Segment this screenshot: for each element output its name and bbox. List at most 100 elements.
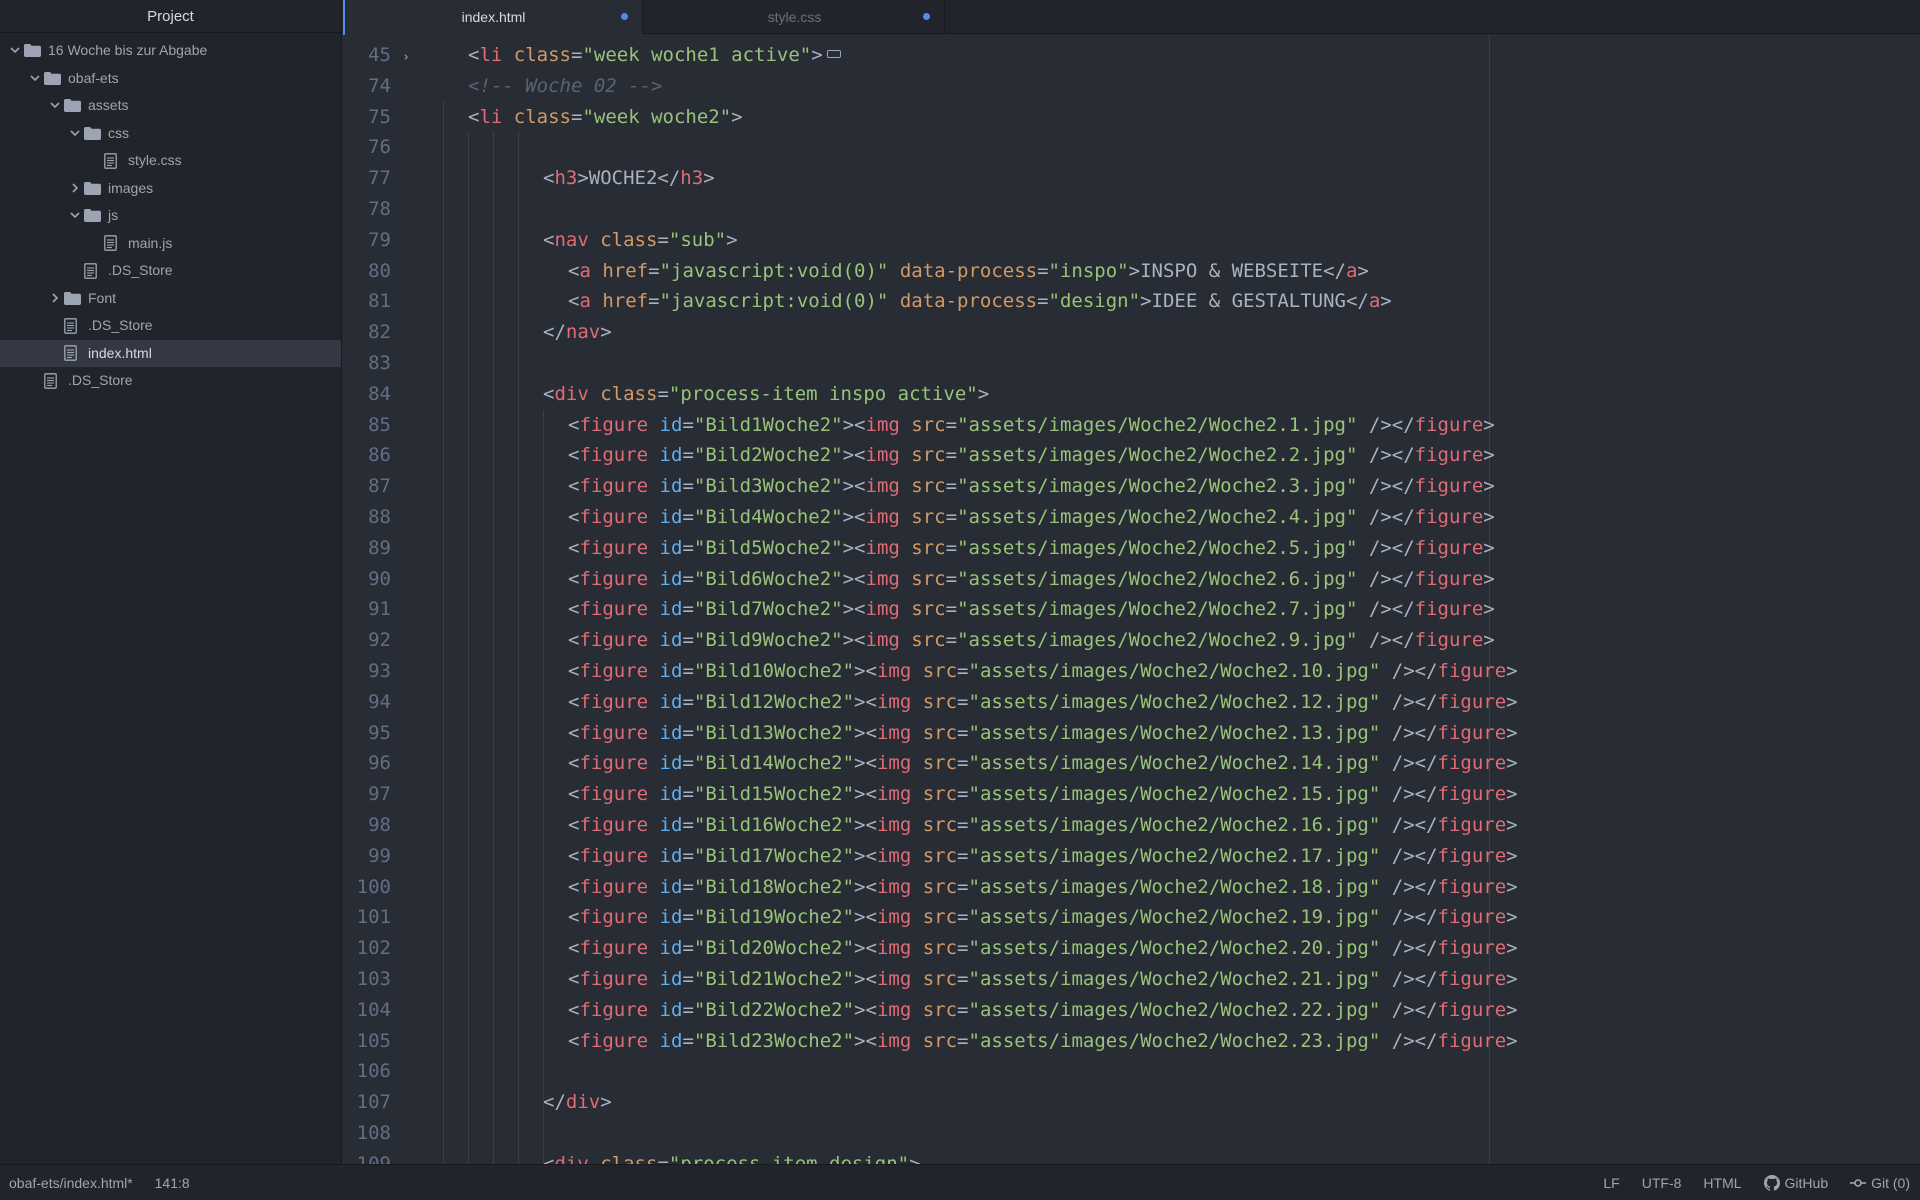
code-line[interactable]: <figure id="Bild16Woche2"><img src="asse… [568,810,1518,841]
line-ending-selector[interactable]: LF [1603,1165,1619,1200]
text-editor[interactable]: 45 › 74 75 76 77 78 79 80 81 82 83 84 85 86 87 88 89 90 91 9… [343,35,1920,1164]
line-number[interactable]: 78 [343,194,421,225]
chevron-down-icon[interactable] [68,120,82,148]
code-line[interactable]: <div class="process-item design"> [543,1149,921,1164]
line-number[interactable]: 91 [343,594,421,625]
tree-folder[interactable]: js [0,202,341,230]
line-number[interactable]: 96 [343,748,421,779]
encoding-selector[interactable]: UTF-8 [1642,1165,1682,1200]
line-number[interactable]: 83 [343,348,421,379]
code-line[interactable]: <figure id="Bild23Woche2"><img src="asse… [568,1026,1518,1057]
line-number[interactable]: 105 [343,1026,421,1057]
tree-file[interactable]: .DS_Store [0,367,341,395]
code-line[interactable]: </nav> [543,317,612,348]
line-number[interactable]: 76 [343,132,421,163]
chevron-down-icon[interactable] [28,65,42,93]
code-line[interactable]: <figure id="Bild9Woche2"><img src="asset… [568,625,1495,656]
code-area[interactable]: <li class="week woche1 active"> <!-- Woch… [421,35,1920,1164]
code-line[interactable]: <h3>WOCHE2</h3> [543,163,715,194]
line-number[interactable]: 103 [343,964,421,995]
chevron-down-icon[interactable] [68,202,82,230]
line-number[interactable]: 109 [343,1149,421,1164]
grammar-selector[interactable]: HTML [1703,1165,1741,1200]
code-line[interactable]: <figure id="Bild14Woche2"><img src="asse… [568,748,1518,779]
github-button[interactable]: GitHub [1763,1165,1828,1200]
folded-ellipsis-icon[interactable] [826,49,841,58]
code-line[interactable]: <a href="javascript:void(0)" data-proces… [568,256,1369,287]
code-line[interactable]: <figure id="Bild1Woche2"><img src="asset… [568,410,1495,441]
tab-style-css[interactable]: style.css [645,0,945,34]
line-number[interactable]: 82 [343,317,421,348]
chevron-down-icon[interactable] [48,92,62,120]
line-number[interactable]: 85 [343,410,421,441]
code-line[interactable]: <figure id="Bild7Woche2"><img src="asset… [568,594,1495,625]
code-line[interactable]: <a href="javascript:void(0)" data-proces… [568,286,1392,317]
fold-chevron-icon[interactable]: › [391,43,421,74]
line-number[interactable]: 98 [343,810,421,841]
line-number[interactable]: 102 [343,933,421,964]
tree-file[interactable]: main.js [0,230,341,258]
code-line[interactable]: <figure id="Bild10Woche2"><img src="asse… [568,656,1518,687]
tree-file[interactable]: .DS_Store [0,312,341,340]
line-number[interactable]: 88 [343,502,421,533]
code-line[interactable]: <figure id="Bild17Woche2"><img src="asse… [568,841,1518,872]
git-button[interactable]: Git (0) [1850,1165,1910,1200]
line-number[interactable]: 84 [343,379,421,410]
code-line[interactable]: <figure id="Bild21Woche2"><img src="asse… [568,964,1518,995]
line-number[interactable]: 107 [343,1087,421,1118]
code-line[interactable]: <figure id="Bild4Woche2"><img src="asset… [568,502,1495,533]
line-number[interactable]: 108 [343,1118,421,1149]
tree-file[interactable]: style.css [0,147,341,175]
line-number[interactable]: 90 [343,564,421,595]
code-line[interactable]: </div> [543,1087,612,1118]
line-number[interactable]: 93 [343,656,421,687]
file-path[interactable]: obaf-ets/index.html* [9,1175,133,1191]
code-line[interactable]: <div class="process-item inspo active"> [543,379,989,410]
tree-folder[interactable]: 16 Woche bis zur Abgabe [0,37,341,65]
chevron-down-icon[interactable] [8,37,22,65]
code-line[interactable]: <!-- Woche 02 --> [468,71,662,102]
tree-view-title[interactable]: Project [0,0,341,33]
cursor-position[interactable]: 141:8 [155,1175,190,1191]
code-line[interactable]: <nav class="sub"> [543,225,738,256]
line-number[interactable]: 99 [343,841,421,872]
line-number[interactable]: 104 [343,995,421,1026]
line-number[interactable]: 106 [343,1056,421,1087]
code-line[interactable]: <figure id="Bild6Woche2"><img src="asset… [568,564,1495,595]
tab-index-html[interactable]: index.html [343,0,643,35]
code-line[interactable]: <figure id="Bild2Woche2"><img src="asset… [568,440,1495,471]
code-line[interactable]: <figure id="Bild18Woche2"><img src="asse… [568,872,1518,903]
code-line[interactable]: <figure id="Bild3Woche2"><img src="asset… [568,471,1495,502]
tree-folder[interactable]: images [0,175,341,203]
code-line[interactable]: <figure id="Bild20Woche2"><img src="asse… [568,933,1518,964]
code-line[interactable]: <li class="week woche2"> [468,102,743,133]
tree-folder[interactable]: obaf-ets [0,65,341,93]
code-line[interactable]: <figure id="Bild5Woche2"><img src="asset… [568,533,1495,564]
line-number[interactable]: 89 [343,533,421,564]
line-number[interactable]: 94 [343,687,421,718]
chevron-right-icon[interactable] [48,285,62,313]
tree-folder[interactable]: assets [0,92,341,120]
code-line[interactable]: <figure id="Bild22Woche2"><img src="asse… [568,995,1518,1026]
tree-folder[interactable]: css [0,120,341,148]
code-line[interactable]: <figure id="Bild12Woche2"><img src="asse… [568,687,1518,718]
code-line[interactable]: <figure id="Bild19Woche2"><img src="asse… [568,902,1518,933]
line-number[interactable]: 80 [343,256,421,287]
line-number[interactable]: 79 [343,225,421,256]
line-number[interactable]: 86 [343,440,421,471]
code-line[interactable]: <figure id="Bild15Woche2"><img src="asse… [568,779,1518,810]
code-line[interactable]: <figure id="Bild13Woche2"><img src="asse… [568,718,1518,749]
line-number[interactable]: 92 [343,625,421,656]
line-number[interactable]: 75 [343,102,421,133]
line-number[interactable]: 77 [343,163,421,194]
line-number[interactable]: 100 [343,872,421,903]
line-number[interactable]: 95 [343,718,421,749]
line-number[interactable]: 81 [343,286,421,317]
tree-folder[interactable]: Font [0,285,341,313]
chevron-right-icon[interactable] [68,175,82,203]
tree-file[interactable]: .DS_Store [0,257,341,285]
code-line[interactable]: <li class="week woche1 active"> [468,40,841,71]
line-number[interactable]: 87 [343,471,421,502]
line-number[interactable]: 74 [343,71,421,102]
tree-file[interactable]: index.html [0,339,341,367]
